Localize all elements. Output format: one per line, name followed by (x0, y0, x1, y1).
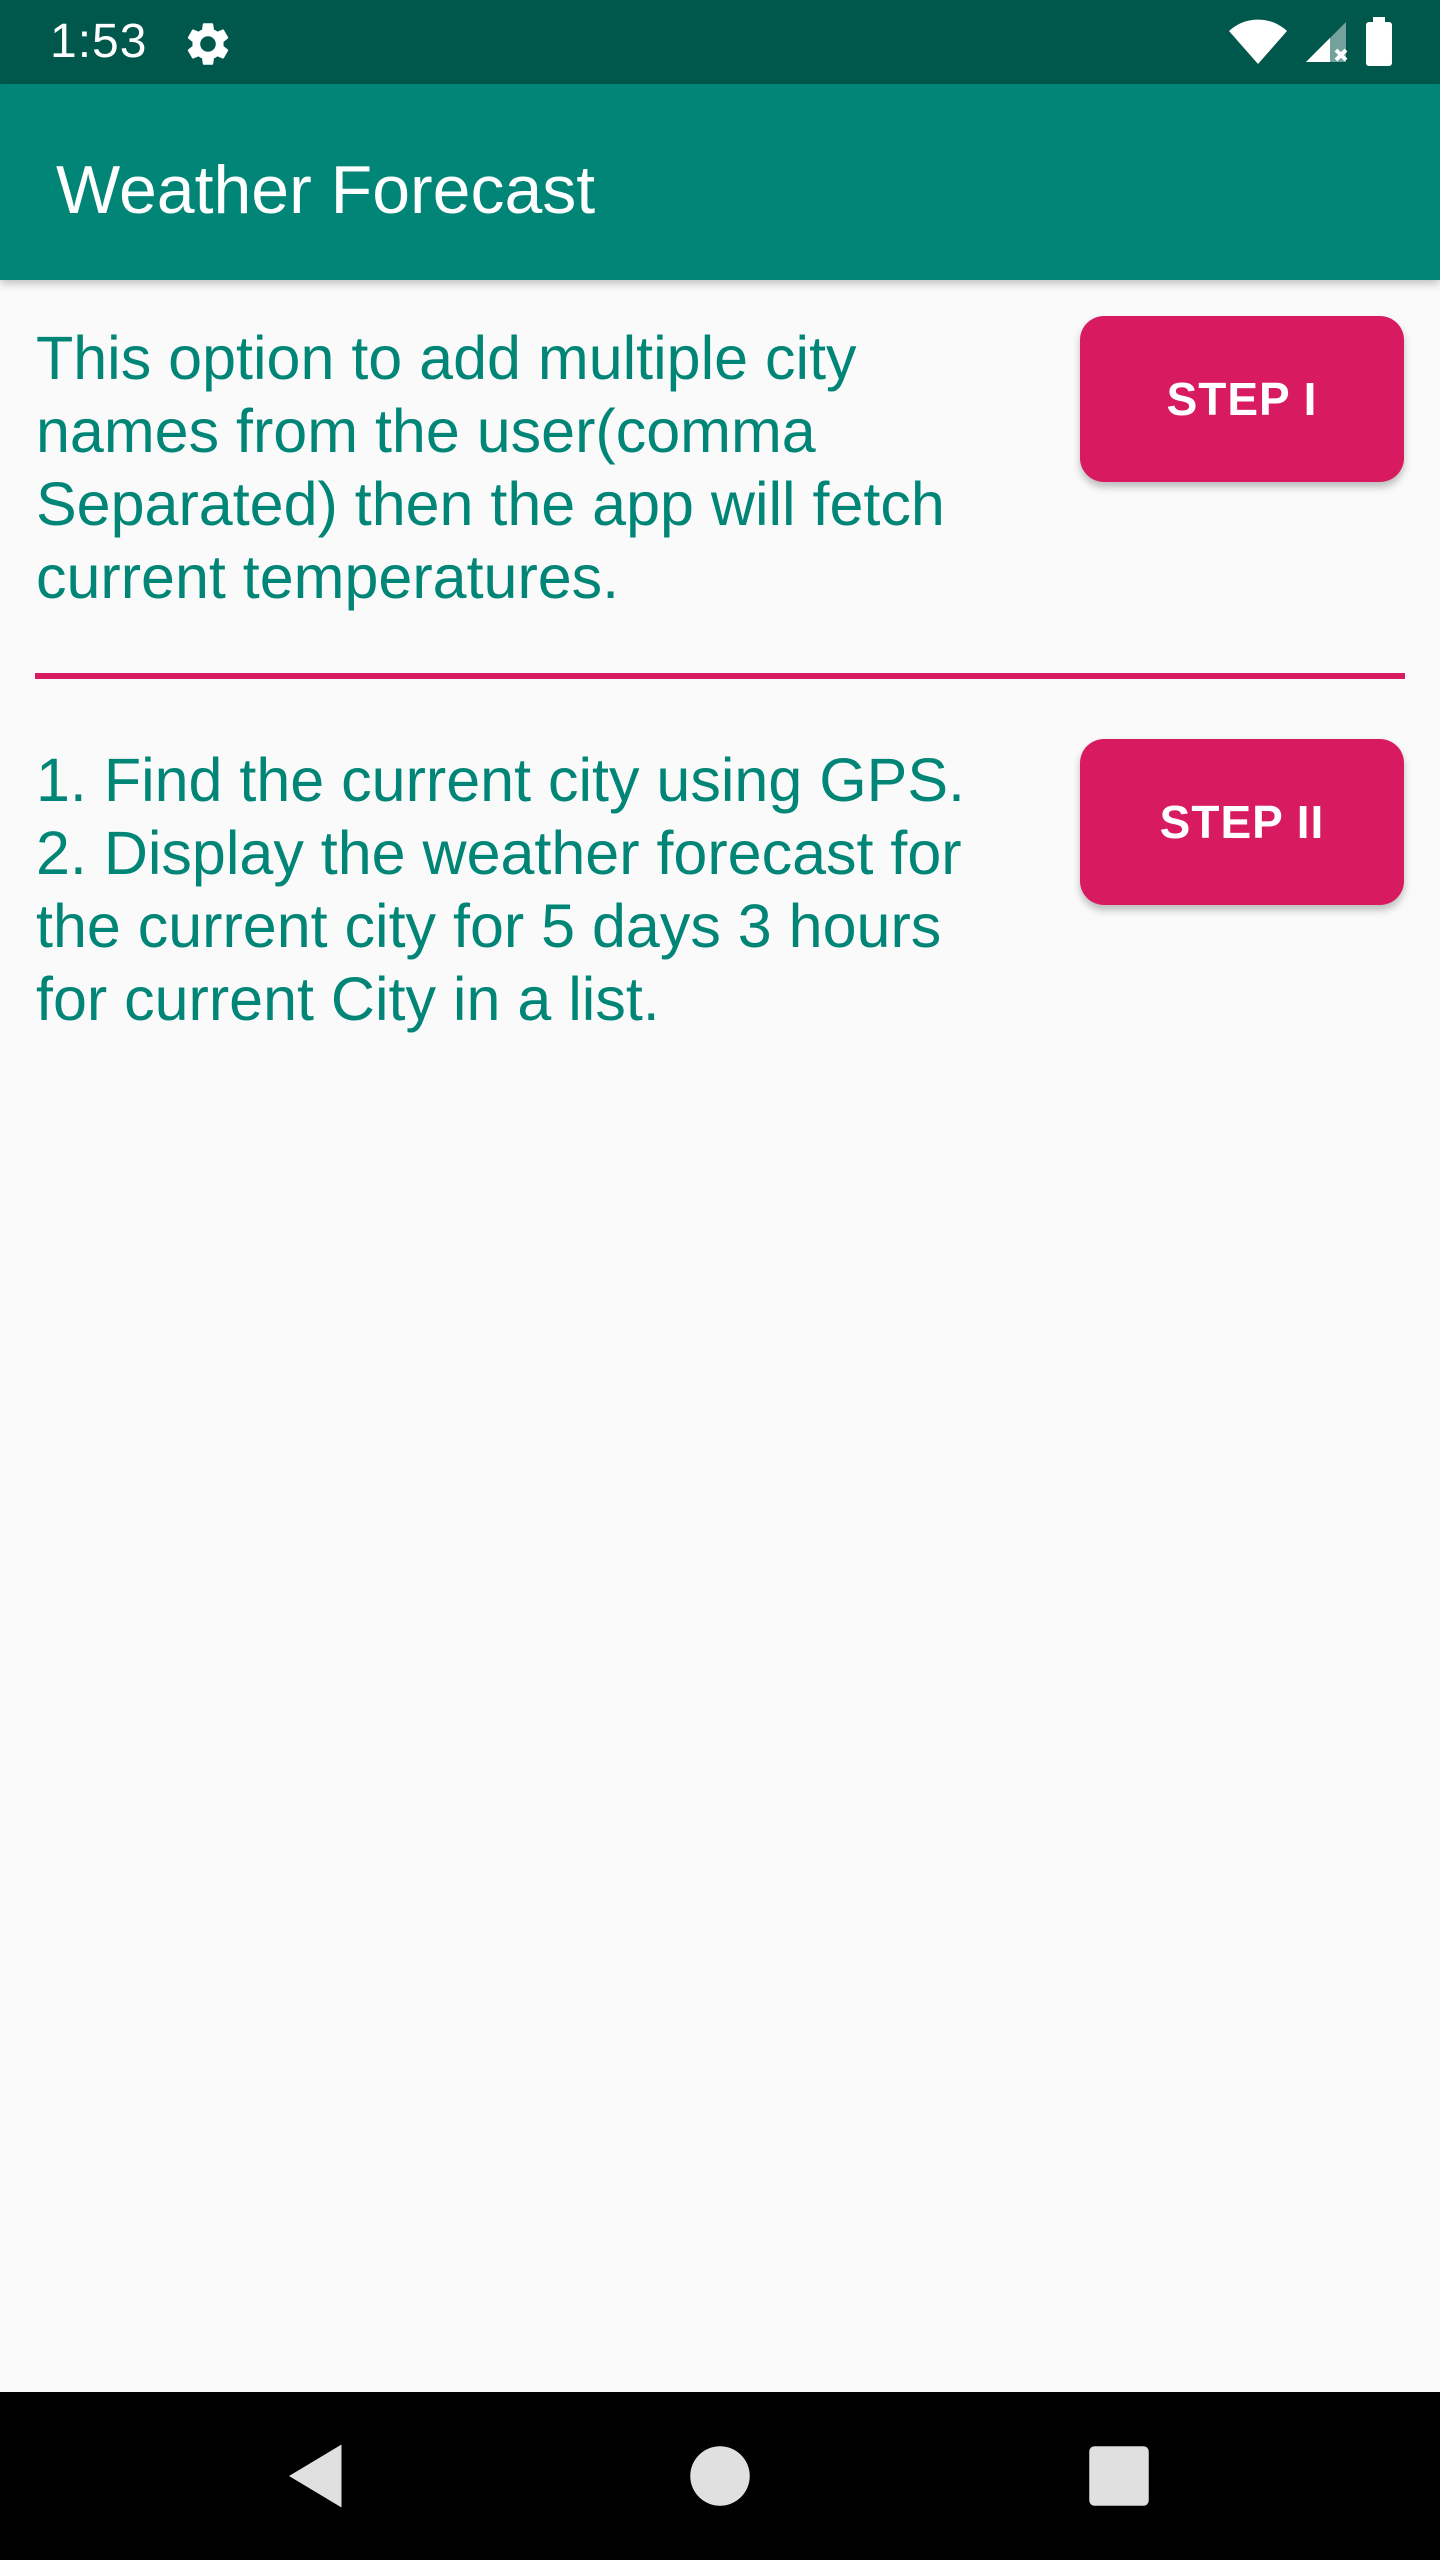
status-bar: 1:53 (0, 0, 1440, 84)
back-icon[interactable] (275, 2434, 359, 2518)
step1-description-line: This option to add multiple city (36, 324, 857, 392)
home-icon[interactable] (678, 2434, 762, 2518)
navigation-bar (0, 2392, 1440, 2560)
recents-icon[interactable] (1077, 2434, 1161, 2518)
status-time: 1:53 (50, 15, 148, 68)
status-icons (1228, 16, 1394, 68)
app-title: Weather Forecast (56, 152, 596, 228)
settings-gear-icon (187, 23, 229, 65)
wifi-icon (1229, 19, 1287, 65)
step1-description-line: names from the user(comma (36, 397, 816, 465)
section-divider (35, 673, 1405, 679)
step-1-button[interactable]: STEP I (1080, 316, 1404, 482)
step2-description-line: 2. Display the weather forecast for (36, 819, 962, 887)
app-bar: Weather Forecast (0, 84, 1440, 280)
step2-description-line: for current City in a list. (36, 965, 660, 1033)
battery-icon (1366, 17, 1392, 66)
step1-description-line: current temperatures. (36, 543, 620, 611)
step-2-button[interactable]: STEP II (1080, 739, 1404, 905)
step2-description-line: 1. Find the current city using GPS. (36, 746, 965, 814)
step2-description-line: the current city for 5 days 3 hours (36, 892, 942, 960)
step2-description: 1. Find the current city using GPS. 2. D… (36, 744, 1036, 1036)
step1-description-line: Separated) then the app will fetch (36, 470, 945, 538)
cellular-signal-icon (1306, 22, 1348, 62)
step1-description: This option to add multiple city names f… (36, 322, 1036, 614)
